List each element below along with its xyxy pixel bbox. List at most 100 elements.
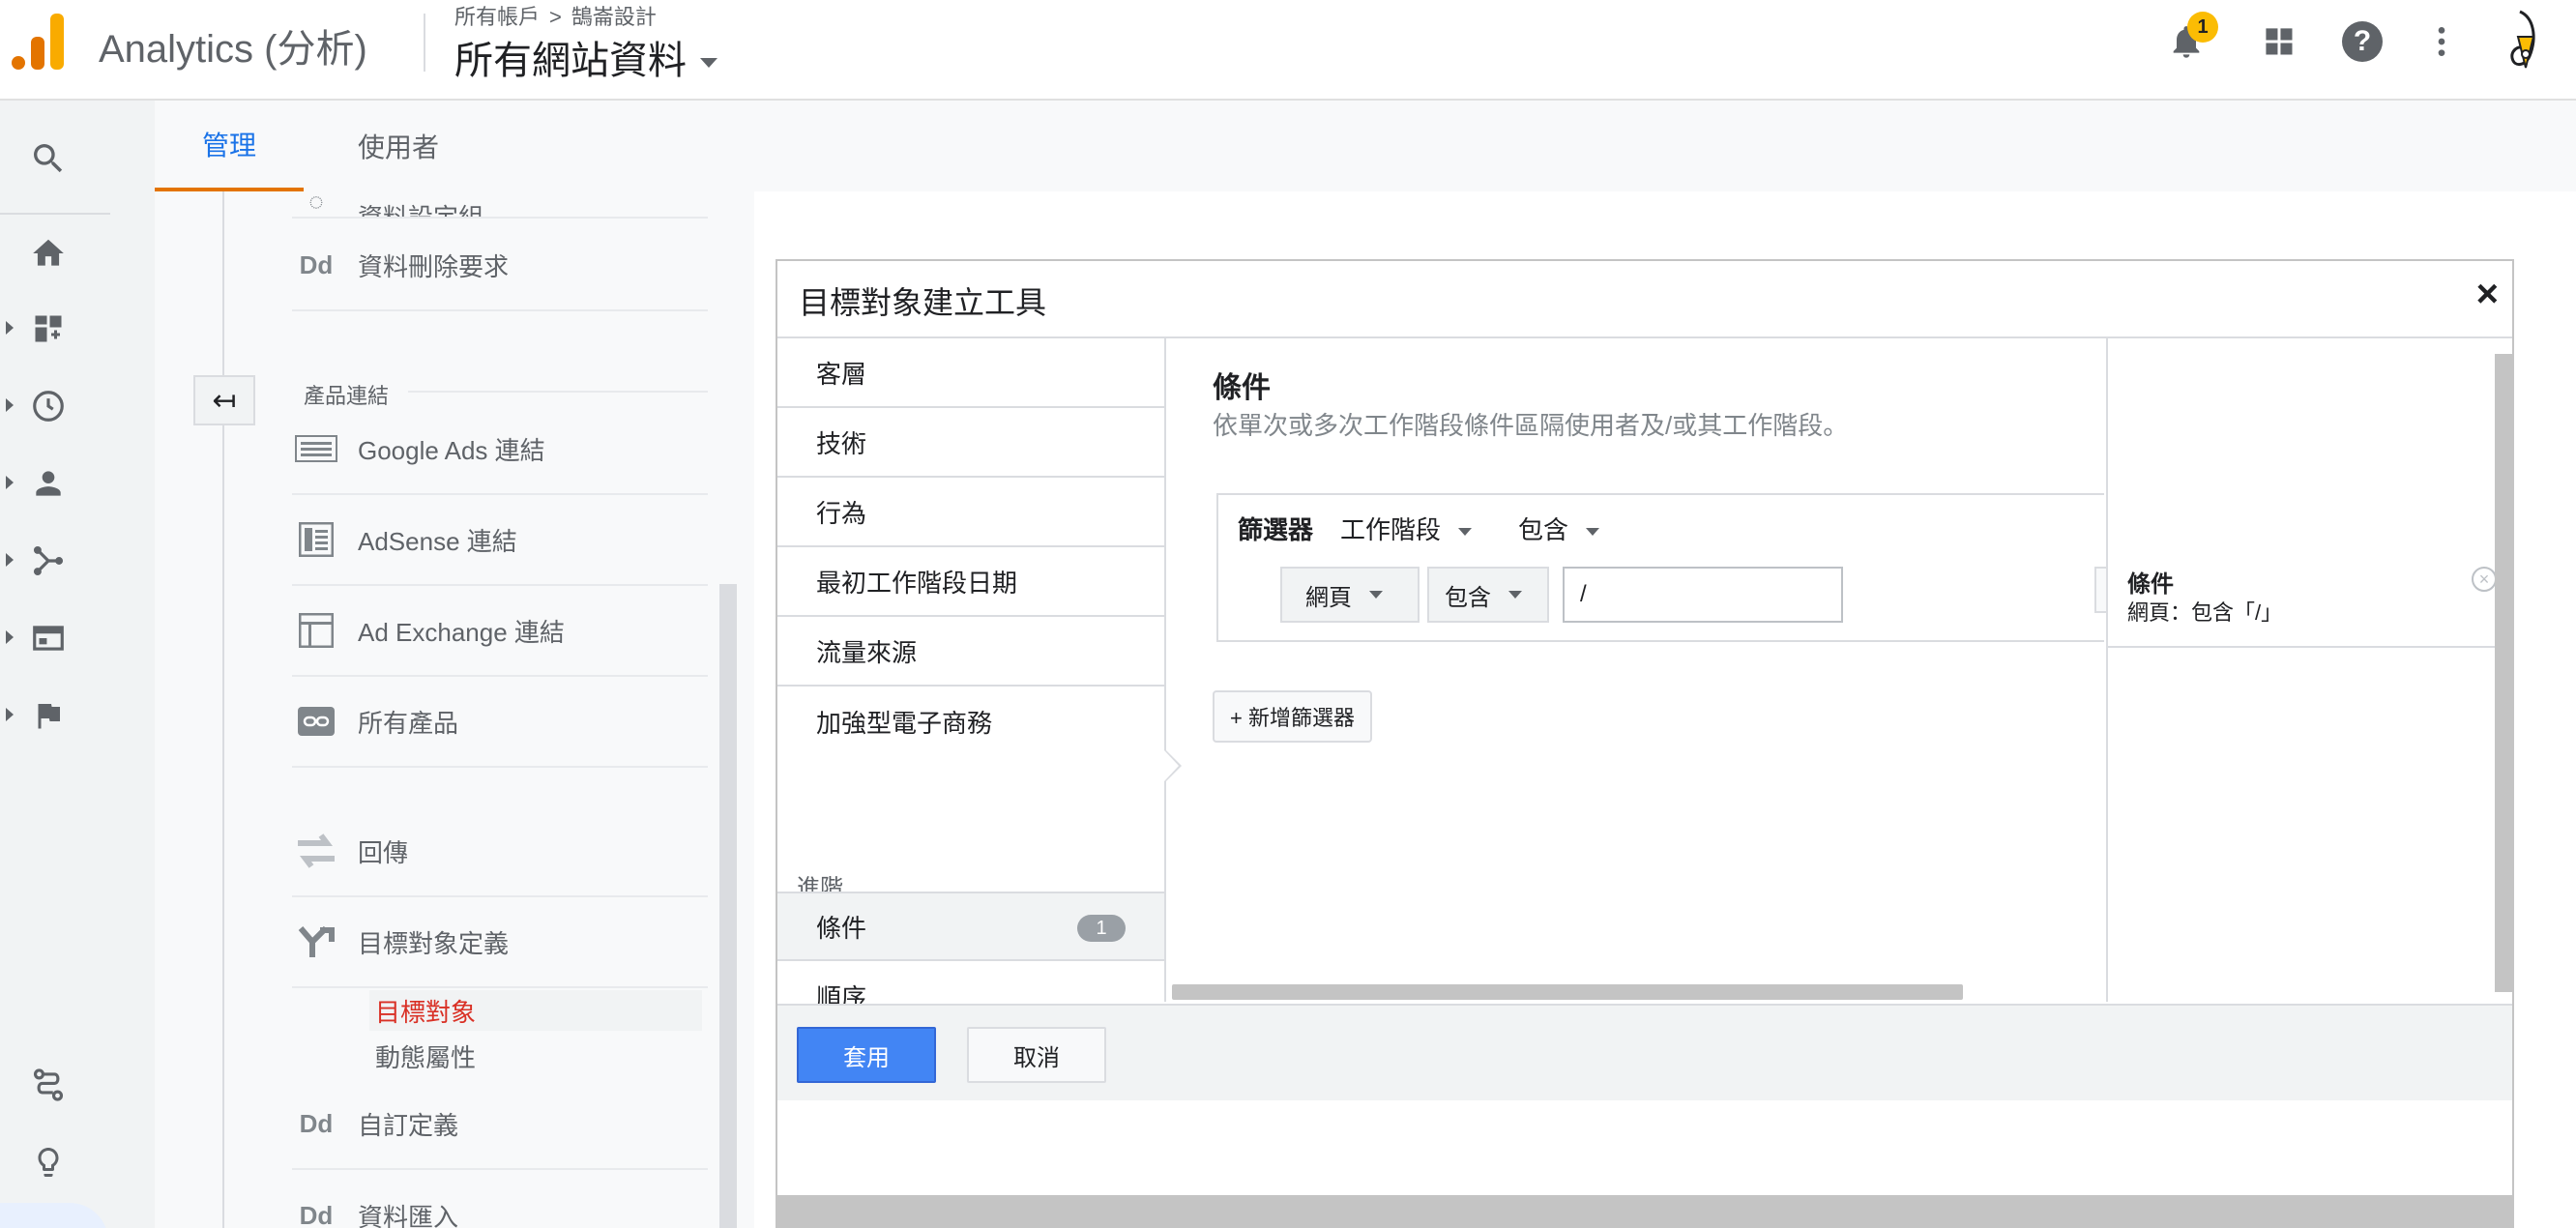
attribution-button[interactable] <box>25 1062 72 1108</box>
admin-item-google-ads[interactable]: Google Ads 連結 <box>292 404 708 495</box>
notifications-button[interactable]: 1 <box>2162 12 2218 66</box>
clock-icon <box>33 391 64 422</box>
dd-icon: Dd <box>299 1108 334 1138</box>
expand-arrow-icon[interactable] <box>6 630 14 644</box>
left-nav-rail <box>0 101 155 1228</box>
avatar-icon <box>2510 10 2535 69</box>
scope-dropdown[interactable]: 工作階段 <box>1340 511 1473 546</box>
admin-item-label: 資料設定組 <box>358 203 484 219</box>
admin-item-data-deletion[interactable]: Dd 資料刪除要求 <box>292 220 708 311</box>
condition-editor: 條件 依單次或多次工作階段條件區隔使用者及/或其工作階段。 篩選器 工作階段 包… <box>1168 338 2106 1002</box>
admin-item-label: 資料刪除要求 <box>358 251 510 281</box>
operator-dropdown[interactable]: 包含 <box>1427 567 1549 623</box>
summary-panel: 條件 網頁：包含「/」 × <box>2106 338 2512 1002</box>
add-filter-button[interactable]: + 新增篩選器 <box>1213 690 1372 743</box>
account-avatar[interactable] <box>2501 8 2549 75</box>
panel-scrollbar[interactable] <box>719 584 737 1228</box>
customization-button[interactable] <box>25 306 72 352</box>
admin-item-data-import[interactable]: Dd 資料匯入 <box>292 1170 708 1228</box>
more-options-button[interactable] <box>2417 17 2466 66</box>
tab-admin[interactable]: 管理 <box>155 101 304 191</box>
category-traffic-sources[interactable]: 流量來源 <box>777 617 1164 687</box>
analytics-logo-icon[interactable] <box>12 12 66 70</box>
expand-arrow-icon[interactable] <box>6 708 14 721</box>
operator-value: 包含 <box>1445 584 1491 611</box>
acquisition-button[interactable] <box>25 538 72 584</box>
category-enhanced-ecommerce[interactable]: 加強型電子商務 <box>777 687 1164 756</box>
remove-condition-icon[interactable]: × <box>2472 567 2497 592</box>
search-icon <box>34 144 63 173</box>
collapse-button[interactable]: ↤ <box>193 375 255 425</box>
admin-item-postbacks[interactable]: 回傳 <box>292 806 708 897</box>
condition-description: 依單次或多次工作階段條件區隔使用者及/或其工作階段。 <box>1213 411 1849 440</box>
category-demographics[interactable]: 客層 <box>777 338 1164 408</box>
admin-item-ad-exchange[interactable]: Ad Exchange 連結 <box>292 586 708 677</box>
expand-arrow-icon[interactable] <box>6 321 14 335</box>
horizontal-scrollbar[interactable] <box>1172 984 1963 1000</box>
category-conditions[interactable]: 條件 1 <box>777 892 1164 961</box>
admin-item-label: 資料匯入 <box>358 1202 459 1228</box>
insights-button[interactable] <box>25 1139 72 1185</box>
summary-title: 條件 <box>2127 571 2174 598</box>
admin-item-adsense[interactable]: AdSense 連結 <box>292 495 708 586</box>
expand-arrow-icon[interactable] <box>6 398 14 412</box>
category-label: 條件 <box>816 913 867 943</box>
admin-subitem-audiences[interactable]: 目標對象 <box>369 990 702 1031</box>
realtime-button[interactable] <box>25 383 72 429</box>
search-button[interactable] <box>25 135 72 182</box>
home-button[interactable] <box>25 230 72 277</box>
circle-icon: ◌ <box>308 187 324 216</box>
help-button[interactable]: ? <box>2338 17 2386 66</box>
expand-arrow-icon[interactable] <box>6 553 14 567</box>
acquisition-icon <box>33 545 64 576</box>
close-icon[interactable]: × <box>2476 273 2499 316</box>
apply-button[interactable]: 套用 <box>797 1027 936 1083</box>
behavior-button[interactable] <box>25 615 72 661</box>
admin-item-custom-definitions[interactable]: Dd 自訂定義 <box>292 1079 708 1170</box>
filter-action-edge[interactable] <box>2094 567 2106 613</box>
rail-divider <box>0 213 110 215</box>
category-first-session-date[interactable]: 最初工作階段日期 <box>777 547 1164 617</box>
view-selector[interactable]: 所有網站資料 <box>454 29 717 85</box>
breadcrumb-property[interactable]: 鵠崙設計 <box>571 5 657 29</box>
behavior-icon <box>33 626 64 651</box>
admin-item-label: 自訂定義 <box>358 1110 459 1140</box>
lightbulb-icon <box>38 1148 59 1177</box>
include-dropdown[interactable]: 包含 <box>1518 511 1600 546</box>
category-behavior[interactable]: 行為 <box>777 478 1164 547</box>
notification-badge: 1 <box>2187 12 2218 43</box>
filter-value-input[interactable]: / <box>1563 567 1843 623</box>
dialog-title: 目標對象建立工具 <box>799 285 1047 320</box>
include-value: 包含 <box>1518 515 1569 544</box>
admin-subitem-dynamic-attributes[interactable]: 動態屬性 <box>375 1038 476 1074</box>
attribution-icon <box>33 1068 64 1101</box>
admin-rail-highlight[interactable] <box>0 1203 108 1228</box>
audience-button[interactable] <box>25 460 72 507</box>
breadcrumb-account[interactable]: 所有帳戶 <box>454 5 540 29</box>
app-title: Analytics (分析) <box>99 28 367 71</box>
admin-item-partial[interactable]: ◌ 資料設定組 <box>292 153 708 219</box>
conversions-button[interactable] <box>25 692 72 739</box>
link-icon <box>292 707 340 736</box>
admin-item-audience-definitions[interactable]: 目標對象定義 <box>292 897 708 988</box>
caret-down-icon <box>1458 528 1473 537</box>
caret-down-icon <box>1586 528 1600 537</box>
breadcrumb[interactable]: 所有帳戶 > 鵠崙設計 <box>454 0 657 31</box>
dialog-bottom-scrollbar[interactable] <box>777 1195 2512 1226</box>
audience-builder-dialog: 目標對象建立工具 × 客層 技術 行為 最初工作階段日期 流量來源 加強型電子商… <box>776 259 2514 1228</box>
apps-button[interactable] <box>2255 17 2303 66</box>
cancel-button[interactable]: 取消 <box>967 1027 1106 1083</box>
admin-item-all-products[interactable]: 所有產品 <box>292 677 708 768</box>
dashboard-icon <box>35 315 62 342</box>
caret-down-icon <box>1508 591 1522 599</box>
filter-group: 篩選器 工作階段 包含 網頁 包含 / <box>1216 493 2106 642</box>
caret-down-icon <box>1369 591 1383 599</box>
flag-icon <box>38 704 60 729</box>
category-technology[interactable]: 技術 <box>777 408 1164 478</box>
breadcrumb-separator: > <box>549 5 562 29</box>
expand-arrow-icon[interactable] <box>6 476 14 489</box>
vertical-scrollbar[interactable] <box>2495 354 2512 992</box>
postback-icon <box>292 832 340 870</box>
dimension-dropdown[interactable]: 網頁 <box>1280 567 1420 623</box>
category-list: 客層 技術 行為 最初工作階段日期 流量來源 加強型電子商務 進階 條件 1 順… <box>777 338 1166 1012</box>
